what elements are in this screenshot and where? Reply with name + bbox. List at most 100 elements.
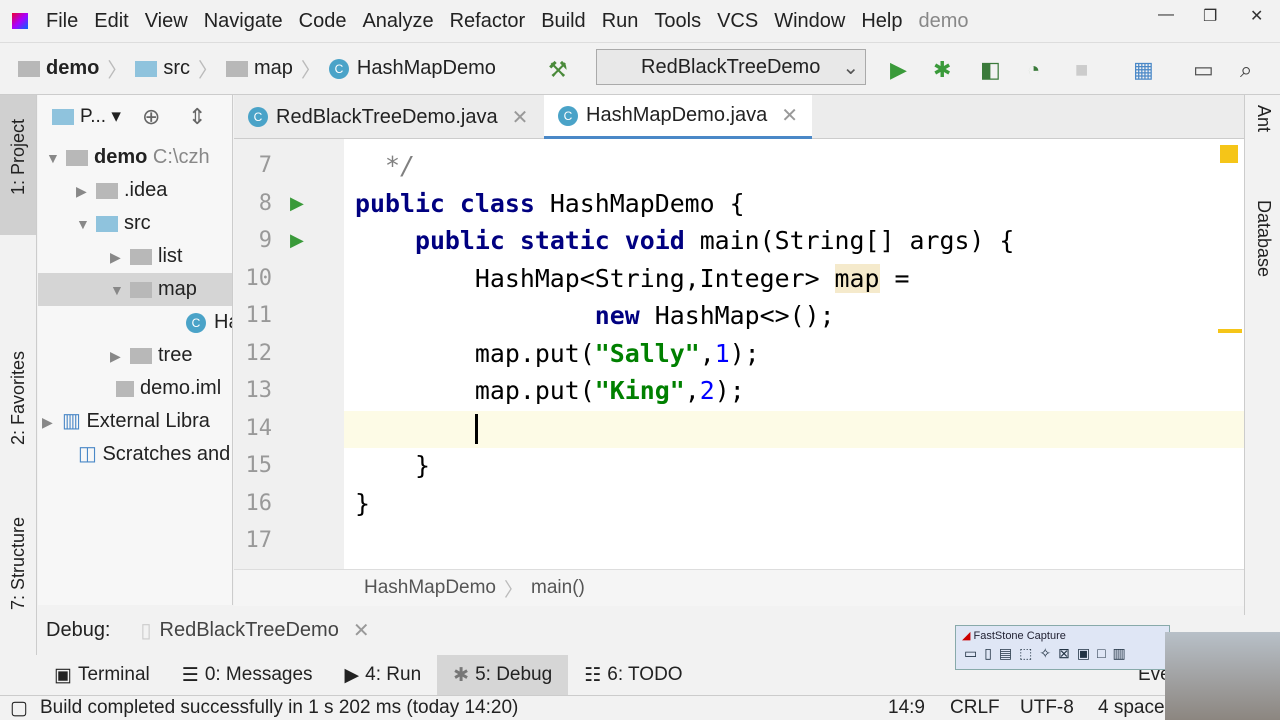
restore-icon[interactable]: ❐ [1203,6,1217,26]
panel-icon [52,108,74,125]
build-hammer-icon[interactable]: ⚒ [548,57,568,83]
minimize-icon[interactable]: — [1158,6,1174,24]
close-tab-icon[interactable]: ✕ [512,105,529,130]
debug-label: Debug: [46,618,111,641]
code-token: } [355,488,370,518]
crumb-map[interactable]: map [254,57,293,80]
code-token: ); [714,376,745,405]
run-icon[interactable]: ▶ [890,57,907,83]
code-line: new HashMap<>(); [355,297,835,334]
code-breadcrumb: HashMapDemo 〉 main() [234,569,1244,606]
code-token: ); [729,338,760,368]
menu-view[interactable]: View [137,10,196,33]
coverage-icon[interactable]: ◧ [980,57,1001,83]
structure-tool-label[interactable]: 7: Structure [8,517,29,610]
project-tool-label[interactable]: 1: Project [8,119,29,195]
tool-messages[interactable]: ☰ 0: Messages [166,655,329,695]
tree-item-src[interactable]: ▼ src [76,207,151,240]
folder-icon [135,60,158,77]
tree-item-demo-iml[interactable]: demo.iml [116,372,221,405]
menu-window[interactable]: Window [766,10,853,33]
tab-redblacktreedemo[interactable]: C RedBlackTreeDemo.java ✕ [234,95,542,139]
code-line: public static void main(String[] args) { [355,222,1014,259]
code-editor[interactable]: */ public class HashMapDemo { public stat… [344,139,1244,569]
tree-item-list[interactable]: ▶ list [110,240,182,273]
database-tool-label[interactable]: Database [1253,200,1274,277]
debug-icon[interactable]: ✱ [933,57,951,83]
chevron-down-icon: ⌄ [842,56,860,79]
line-number: 15 [245,453,273,478]
tree-item-hashmapdemo[interactable]: CHa [186,306,232,339]
search-icon[interactable]: ⌕ [1240,57,1252,83]
menu-help[interactable]: Help [853,10,910,33]
project-structure-icon[interactable]: ▦ [1133,57,1154,83]
file-encoding[interactable]: UTF-8 [1020,697,1074,719]
line-number: 12 [245,340,273,366]
tab-hashmapdemo[interactable]: C HashMapDemo.java ✕ [544,95,812,139]
code-line: public class HashMapDemo { [355,185,745,222]
right-tool-stripe: Ant Database [1244,95,1280,615]
favorites-tool-label[interactable]: 2: Favorites [8,351,29,445]
warning-marker-icon[interactable] [1220,145,1238,163]
tool-debug[interactable]: ✱ 5: Debug [437,655,569,695]
run-config-label: RedBlackTreeDemo [641,55,821,78]
menu-file[interactable]: File [38,10,86,33]
debug-session-tab[interactable]: RedBlackTreeDemo [160,619,339,642]
menu-analyze[interactable]: Analyze [354,10,441,33]
menu-tools[interactable]: Tools [646,10,709,33]
breadcrumb-class[interactable]: HashMapDemo [364,577,496,599]
presentation-icon[interactable]: ▭ [1193,57,1214,83]
tool-run[interactable]: ▶ 4: Run [329,655,438,695]
stop-icon[interactable]: ■ [1075,57,1088,83]
text-cursor [475,414,478,444]
tool-todo[interactable]: ☷ 6: TODO [568,655,698,695]
capture-tool-icons[interactable]: ▭▯▤⬚✧⊠▣□▥ [956,645,1169,662]
menu-run[interactable]: Run [594,10,647,33]
line-separator[interactable]: CRLF [950,697,1000,719]
close-tab-icon[interactable]: ✕ [781,103,798,128]
menu-vcs[interactable]: VCS [709,10,766,33]
code-line: } [355,447,430,484]
caret-position[interactable]: 14:9 [888,697,925,719]
collapse-all-icon[interactable]: ⇕ [188,100,206,133]
project-view-select[interactable]: P... ▾ [52,100,121,133]
menu-code[interactable]: Code [291,10,355,33]
webcam-overlay [1165,632,1280,720]
tree-item-scratches[interactable]: ◫ Scratches and [78,438,230,471]
menu-refactor[interactable]: Refactor [442,10,534,33]
tool-terminal[interactable]: ▣ Terminal [38,655,166,695]
project-name: demo [918,9,969,32]
editor-gutter: 7 8 9 10 11 12 13 14 15 16 17 ▶ ▶ [234,139,344,569]
code-token: } [355,451,430,480]
run-config-select[interactable]: RedBlackTreeDemo ⌄ [596,49,866,85]
crumb-src[interactable]: src [163,57,190,80]
indent-setting[interactable]: 4 spaces [1098,697,1174,719]
menu-navigate[interactable]: Navigate [196,10,291,33]
crumb-hashmapdemo[interactable]: HashMapDemo [357,57,496,80]
code-token: HashMap<>(); [654,301,835,330]
tree-item-idea[interactable]: ▶ .idea [76,174,167,207]
line-number: 10 [245,265,273,291]
run-main-gutter-icon[interactable]: ▶ [290,230,304,251]
tree-item-tree[interactable]: ▶ tree [110,339,192,372]
status-toggle-icon[interactable]: ▢ [10,697,28,720]
run-class-gutter-icon[interactable]: ▶ [290,193,304,214]
breadcrumb-method[interactable]: main() [531,577,585,599]
tree-item-map[interactable]: ▼ map [110,273,197,306]
line-number: 16 [245,490,273,516]
navigation-bar: demo 〉 src 〉 map 〉 C HashMapDemo ⚒ RedBlack… [0,42,1280,95]
close-window-icon[interactable]: ✕ [1250,6,1263,26]
tree-item-external-libraries[interactable]: ▶ ▥ External Libra [42,405,210,438]
locate-icon[interactable]: ⊕ [142,100,160,133]
faststone-capture-toolbar[interactable]: ◢ FastStone Capture ▭▯▤⬚✧⊠▣□▥ [955,625,1170,670]
faststone-title: FastStone Capture [973,630,1066,642]
ant-tool-label[interactable]: Ant [1253,105,1274,132]
profile-icon[interactable]: ◔ [1027,57,1040,83]
crumb-demo[interactable]: demo [46,57,99,80]
close-session-icon[interactable]: ✕ [353,618,370,643]
menu-build[interactable]: Build [533,10,593,33]
menu-edit[interactable]: Edit [86,10,136,33]
tree-item-demo[interactable]: ▼ demo C:\czh [46,141,210,174]
error-stripe-mark[interactable] [1218,329,1242,333]
